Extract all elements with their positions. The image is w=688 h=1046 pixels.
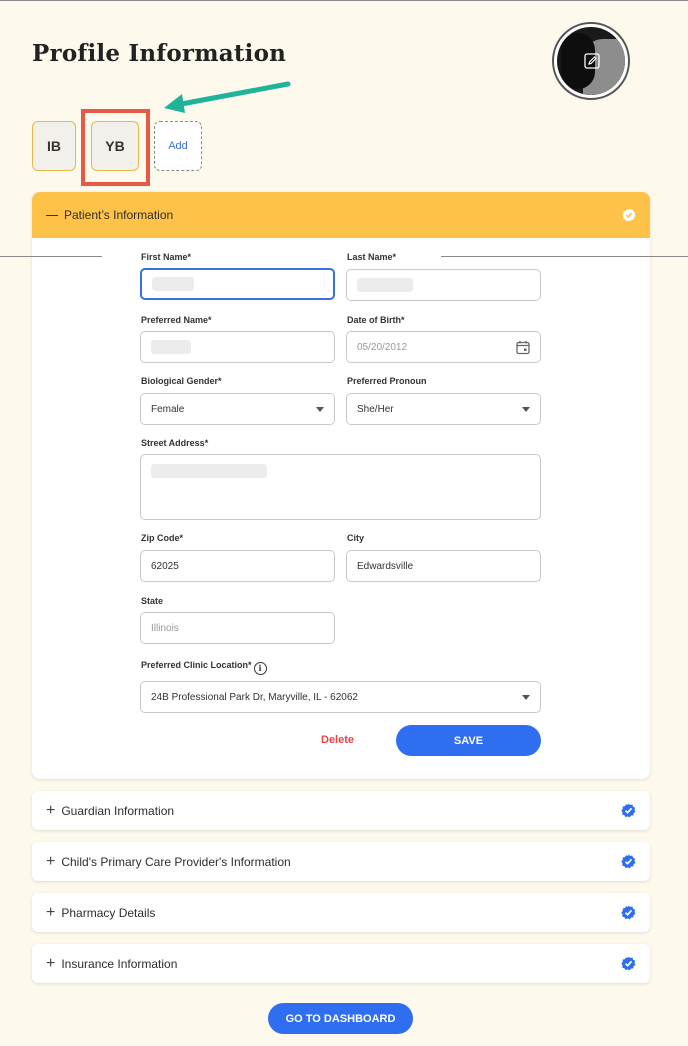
- gender-select[interactable]: Female: [140, 393, 335, 425]
- first-name-label: First Name*: [141, 252, 192, 262]
- first-name-field[interactable]: [140, 268, 335, 300]
- go-to-dashboard-button[interactable]: GO TO DASHBOARD: [268, 1003, 413, 1034]
- info-icon[interactable]: i: [253, 661, 267, 675]
- dob-field[interactable]: 05/20/2012: [346, 331, 541, 363]
- annotation-arrow: [164, 81, 291, 113]
- preferred-name-label: Preferred Name*: [141, 315, 212, 325]
- last-name-label: Last Name*: [347, 252, 397, 262]
- chevron-down-icon: [522, 407, 530, 412]
- accordion-label: Guardian Information: [61, 803, 175, 818]
- redacted-value: [151, 464, 267, 478]
- state-placeholder: Illinois: [151, 622, 179, 634]
- calendar-icon[interactable]: [516, 340, 530, 355]
- page-divider-right: [441, 256, 688, 257]
- accordion-label: Pharmacy Details: [61, 905, 156, 920]
- clinic-location-label-text: Preferred Clinic Location*: [141, 660, 252, 670]
- add-profile-button[interactable]: Add: [154, 121, 202, 171]
- expand-icon: +: [46, 801, 56, 819]
- pronoun-label: Preferred Pronoun: [347, 376, 427, 386]
- expand-icon: +: [46, 954, 56, 972]
- highlight-box: [81, 109, 150, 186]
- avatar[interactable]: [552, 22, 630, 100]
- city-label: City: [347, 533, 365, 543]
- city-value: Edwardsville: [357, 560, 414, 572]
- verified-check-icon: [621, 803, 636, 818]
- street-address-label: Street Address*: [141, 438, 209, 448]
- accordion-insurance-information[interactable]: + Insurance Information: [32, 944, 650, 983]
- zip-code-value: 62025: [151, 560, 179, 572]
- redacted-value: [151, 340, 191, 354]
- dob-label: Date of Birth*: [347, 315, 405, 325]
- clinic-location-select[interactable]: 24B Professional Park Dr, Maryville, IL …: [140, 681, 541, 713]
- state-label: State: [141, 596, 164, 606]
- verified-check-icon: [621, 905, 636, 920]
- pronoun-value: She/Her: [357, 403, 394, 415]
- page-divider-left: [0, 256, 102, 257]
- last-name-field[interactable]: [346, 269, 541, 301]
- clinic-location-label: Preferred Clinic Location* i: [141, 660, 267, 675]
- verified-check-icon: [621, 854, 636, 869]
- gender-value: Female: [151, 403, 185, 415]
- accordion-label: Insurance Information: [61, 956, 178, 971]
- delete-button[interactable]: Delete: [321, 734, 354, 746]
- expand-icon: +: [46, 852, 56, 870]
- pronoun-select[interactable]: She/Her: [346, 393, 541, 425]
- patient-information-header[interactable]: Patient’s Information: [32, 192, 650, 238]
- avatar-photo: [557, 27, 625, 95]
- profile-chip-ib[interactable]: IB: [32, 121, 76, 171]
- accordion-primary-care-provider[interactable]: + Child's Primary Care Provider's Inform…: [32, 842, 650, 881]
- accordion-pharmacy-details[interactable]: + Pharmacy Details: [32, 893, 650, 932]
- street-address-field[interactable]: [140, 454, 541, 520]
- city-field[interactable]: Edwardsville: [346, 550, 541, 582]
- expand-icon: +: [46, 903, 56, 921]
- collapse-icon: [46, 214, 58, 216]
- clinic-location-value: 24B Professional Park Dr, Maryville, IL …: [151, 691, 358, 703]
- top-divider: [0, 0, 688, 1]
- dob-placeholder: 05/20/2012: [357, 341, 408, 353]
- page-title: Profile Information: [32, 40, 287, 67]
- verified-check-icon: [621, 956, 636, 971]
- gender-label: Biological Gender*: [141, 376, 222, 386]
- chevron-down-icon: [316, 407, 324, 412]
- preferred-name-field[interactable]: [140, 331, 335, 363]
- edit-icon[interactable]: [584, 53, 600, 69]
- chevron-down-icon: [522, 695, 530, 700]
- state-field[interactable]: Illinois: [140, 612, 335, 644]
- redacted-value: [357, 278, 413, 292]
- zip-code-field[interactable]: 62025: [140, 550, 335, 582]
- redacted-value: [152, 277, 194, 291]
- zip-code-label: Zip Code*: [141, 533, 183, 543]
- verified-check-icon: [622, 208, 636, 222]
- accordion-guardian-information[interactable]: + Guardian Information: [32, 791, 650, 830]
- save-button[interactable]: SAVE: [396, 725, 541, 756]
- accordion-label: Child's Primary Care Provider's Informat…: [61, 854, 291, 869]
- patient-information-title: Patient’s Information: [64, 208, 174, 222]
